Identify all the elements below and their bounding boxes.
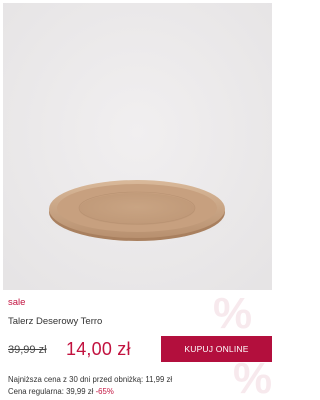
product-name[interactable]: Talerz Deserowy Terro <box>8 316 102 327</box>
buy-online-button[interactable]: KUPUJ ONLINE <box>161 336 272 362</box>
lowest-price-value: 11,99 zł <box>145 375 173 384</box>
svg-text:%: % <box>213 289 252 338</box>
regular-price-label: Cena regularna: <box>8 387 67 396</box>
lowest-price-info: Najniższa cena z 30 dni przed obniżką: 1… <box>8 375 172 384</box>
plate-illustration <box>3 3 272 290</box>
sale-badge: sale <box>8 297 26 308</box>
discount-badge: -65% <box>95 387 114 396</box>
regular-price-info: Cena regularna: 39,99 zł -65% <box>8 387 114 396</box>
old-price: 39,99 zł <box>8 344 47 356</box>
sale-price: 14,00 zł <box>66 339 131 359</box>
regular-price-value: 39,99 zł <box>66 387 94 396</box>
product-image[interactable] <box>3 3 272 290</box>
lowest-price-label: Najniższa cena z 30 dni przed obniżką: <box>8 375 146 384</box>
product-card[interactable]: % % sale Talerz Deserowy Terro 39,99 zł … <box>0 0 275 400</box>
